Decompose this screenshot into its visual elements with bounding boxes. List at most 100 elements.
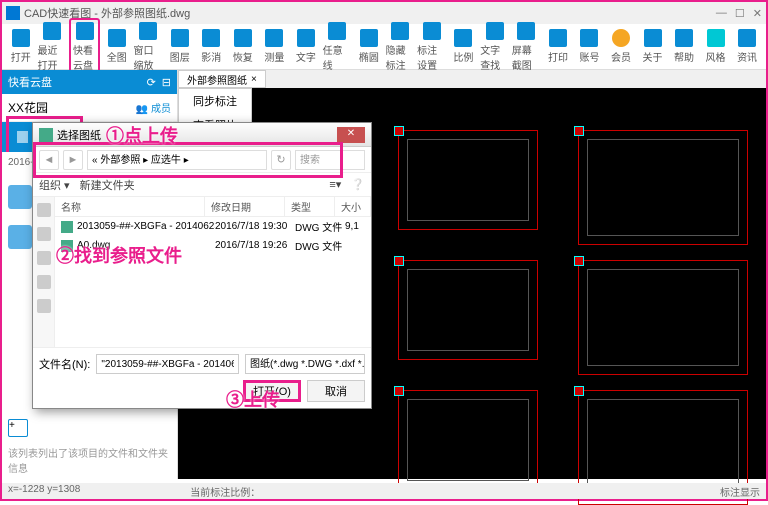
toolbar-icon: [454, 29, 472, 47]
list-hint: 该列表列出了该项目的文件和文件夹信息: [2, 441, 177, 479]
toolbar-icon: [12, 29, 30, 47]
toolbar-icon: [517, 22, 535, 40]
toolbar-icon: [580, 29, 598, 47]
dwg-icon: [61, 221, 73, 233]
window-title: CAD快速看图 - 外部参照图纸.dwg: [24, 5, 190, 21]
dialog-title-bar[interactable]: 选择图纸 ✕: [33, 123, 371, 147]
toolbar-帮助[interactable]: 帮助: [669, 29, 699, 64]
toolbar-全图[interactable]: 全图: [102, 29, 132, 64]
filename-input[interactable]: [96, 354, 239, 374]
toolbar-关于[interactable]: 关于: [638, 29, 668, 64]
dialog-file-area: 名称 修改日期 类型 大小 2013059-##-XBGFa - 2014062…: [55, 197, 371, 347]
organize-menu[interactable]: 组织 ▾: [39, 177, 70, 193]
upload-icon: [17, 131, 28, 143]
toolbar-快看云盘[interactable]: 快看云盘: [69, 18, 100, 76]
project-name: XX花园: [8, 99, 48, 116]
toolbar-任意线[interactable]: 任意线: [323, 22, 353, 72]
toolbar-隐藏标注[interactable]: 隐藏标注: [386, 22, 416, 72]
toolbar-打印[interactable]: 打印: [543, 29, 573, 64]
refresh-icon[interactable]: ⟳: [147, 76, 156, 89]
toolbar-最近打开[interactable]: 最近打开: [38, 22, 68, 72]
status-bar: x=-1228 y=1308 当前标注比例： 标注显示: [2, 483, 766, 499]
annotation-display: 标注显示: [720, 484, 760, 498]
filename-label: 文件名(N):: [39, 356, 90, 372]
dialog-tools: 组织 ▾ 新建文件夹 ≡▾ ❔: [33, 173, 371, 197]
toolbar-资讯[interactable]: 资讯: [732, 29, 762, 64]
toolbar-icon: [328, 22, 346, 40]
nav-fwd-icon[interactable]: ►: [63, 150, 83, 170]
toolbar-风格[interactable]: 风格: [701, 29, 731, 64]
place-icon[interactable]: [37, 251, 51, 265]
place-icon[interactable]: [37, 203, 51, 217]
toolbar-icon: [108, 29, 126, 47]
title-bar: CAD快速看图 - 外部参照图纸.dwg — ☐ ✕: [2, 2, 766, 24]
toolbar-打开[interactable]: 打开: [6, 29, 36, 64]
add-folder-item[interactable]: +: [2, 415, 177, 441]
toolbar-icon: [644, 29, 662, 47]
dwg-icon: [61, 240, 73, 252]
place-icon[interactable]: [37, 299, 51, 313]
col-size[interactable]: 大小: [335, 197, 371, 216]
toolbar-账号[interactable]: 账号: [575, 29, 605, 64]
place-icon[interactable]: [37, 275, 51, 289]
filetype-filter[interactable]: 图纸(*.dwg *.DWG *.dxf *.DXF): [245, 354, 365, 374]
toolbar-恢复[interactable]: 恢复: [228, 29, 258, 64]
dialog-bottom: 文件名(N): 图纸(*.dwg *.DWG *.dxf *.DXF) 打开(O…: [33, 347, 371, 408]
panel-header: 快看云盘 ⟳ ⊟: [2, 70, 177, 94]
path-breadcrumb[interactable]: « 外部参照 ▸ 应选牛 ▸: [87, 150, 267, 170]
toolbar-icon: [202, 29, 220, 47]
toolbar-icon: [486, 22, 504, 40]
document-tabs: 外部参照图纸×: [178, 70, 766, 88]
collapse-icon[interactable]: ⊟: [162, 76, 171, 89]
toolbar-标注设置[interactable]: 标注设置: [417, 22, 447, 72]
col-type[interactable]: 类型: [285, 197, 335, 216]
toolbar-测量[interactable]: 测量: [260, 29, 290, 64]
col-name[interactable]: 名称: [55, 197, 205, 216]
close-button[interactable]: ✕: [753, 7, 762, 20]
toolbar-icon: [171, 29, 189, 47]
panel-title: 快看云盘: [8, 74, 52, 90]
file-icon: [8, 225, 32, 249]
toolbar-会员[interactable]: 会员: [606, 29, 636, 64]
file-row[interactable]: A0.dwg2016/7/18 19:26DWG 文件: [55, 236, 371, 255]
dialog-title: 选择图纸: [57, 127, 101, 143]
open-button[interactable]: 打开(O): [243, 380, 301, 402]
col-date[interactable]: 修改日期: [205, 197, 285, 216]
toolbar-影消[interactable]: 影消: [197, 29, 227, 64]
tab-close-icon[interactable]: ×: [251, 74, 257, 85]
scale-label: 当前标注比例：: [190, 484, 260, 498]
doc-tab[interactable]: 外部参照图纸×: [178, 70, 266, 88]
new-folder-menu[interactable]: 新建文件夹: [80, 177, 135, 193]
toolbar-icon: [76, 22, 94, 40]
toolbar-icon: [297, 29, 315, 47]
toolbar-icon: [265, 29, 283, 47]
maximize-button[interactable]: ☐: [735, 7, 745, 20]
toolbar-椭圆[interactable]: 椭圆: [354, 29, 384, 64]
members-link[interactable]: 👥 成员: [136, 100, 171, 115]
search-input[interactable]: 搜索: [295, 150, 365, 170]
file-open-dialog: 选择图纸 ✕ ◄ ► « 外部参照 ▸ 应选牛 ▸ ↻ 搜索 组织 ▾ 新建文件…: [32, 122, 372, 409]
file-column-headers: 名称 修改日期 类型 大小: [55, 197, 371, 217]
refresh-icon[interactable]: ↻: [271, 150, 291, 170]
toolbar-文字[interactable]: 文字: [291, 29, 321, 64]
help-icon[interactable]: ❔: [351, 178, 365, 191]
toolbar-icon: [43, 22, 61, 40]
file-row[interactable]: 2013059-##-XBGFa - 20140623.dwg2016/7/18…: [55, 217, 371, 236]
toolbar-文字查找[interactable]: 文字查找: [480, 22, 510, 72]
toolbar-icon: [549, 29, 567, 47]
toolbar-窗口缩放[interactable]: 窗口缩放: [134, 22, 164, 72]
toolbar-比例[interactable]: 比例: [449, 29, 479, 64]
place-icon[interactable]: [37, 227, 51, 241]
toolbar-icon: [391, 22, 409, 40]
cancel-button[interactable]: 取消: [307, 380, 365, 402]
dialog-icon: [39, 128, 53, 142]
view-icon[interactable]: ≡▾: [329, 178, 341, 191]
cursor-coords: x=-1228 y=1308: [8, 484, 80, 498]
nav-back-icon[interactable]: ◄: [39, 150, 59, 170]
toolbar-图层[interactable]: 图层: [165, 29, 195, 64]
dialog-close-button[interactable]: ✕: [337, 127, 365, 143]
toolbar-icon: [675, 29, 693, 47]
app-icon: [6, 6, 20, 20]
toolbar-屏幕截图[interactable]: 屏幕截图: [512, 22, 542, 72]
minimize-button[interactable]: —: [716, 7, 727, 20]
